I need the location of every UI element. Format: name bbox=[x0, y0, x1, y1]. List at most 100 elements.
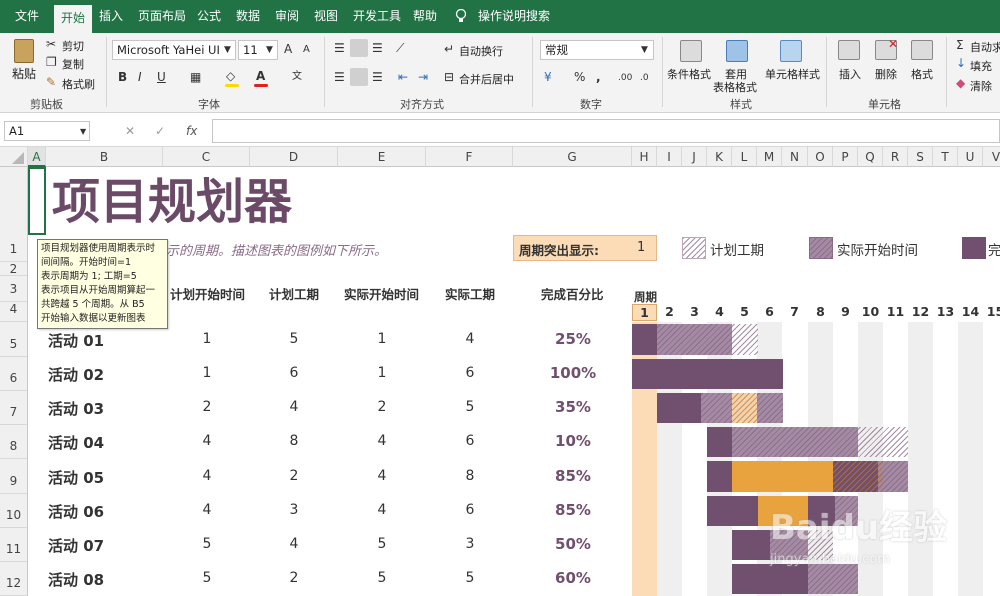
actual-duration-value[interactable]: 4 bbox=[440, 331, 500, 347]
period-highlight-value[interactable]: 1 bbox=[637, 240, 645, 255]
row-header-12[interactable]: 12 bbox=[0, 562, 28, 596]
actual-start-value[interactable]: 4 bbox=[352, 502, 412, 518]
column-header-p[interactable]: P bbox=[833, 147, 858, 167]
copy-button[interactable]: 复制 bbox=[62, 56, 84, 72]
plan-start-value[interactable]: 4 bbox=[177, 502, 237, 518]
font-color-button[interactable]: A bbox=[256, 69, 265, 83]
format-painter-icon[interactable]: ✎ bbox=[46, 75, 56, 89]
insert-cells-button[interactable]: 插入 bbox=[839, 66, 861, 82]
fill-color-icon[interactable]: ◇ bbox=[226, 69, 235, 83]
column-header-a[interactable]: A bbox=[28, 147, 46, 167]
clear-button[interactable]: 清除 bbox=[970, 78, 992, 94]
plan-start-value[interactable]: 4 bbox=[177, 468, 237, 484]
actual-start-value[interactable]: 1 bbox=[352, 331, 412, 347]
tell-me-search[interactable]: 操作说明搜索 bbox=[471, 0, 557, 33]
conditional-format-icon[interactable] bbox=[680, 40, 702, 62]
plan-start-value[interactable]: 4 bbox=[177, 433, 237, 449]
align-top-icon[interactable]: ☰ bbox=[334, 41, 345, 55]
column-header-g[interactable]: G bbox=[513, 147, 632, 167]
row-header-8[interactable]: 8 bbox=[0, 425, 28, 459]
name-box[interactable]: A1 bbox=[4, 121, 90, 141]
column-header-o[interactable]: O bbox=[808, 147, 833, 167]
plan-duration-value[interactable]: 2 bbox=[264, 468, 324, 484]
actual-duration-value[interactable]: 5 bbox=[440, 570, 500, 586]
row-header-7[interactable]: 7 bbox=[0, 391, 28, 425]
actual-start-value[interactable]: 4 bbox=[352, 468, 412, 484]
plan-duration-value[interactable]: 4 bbox=[264, 399, 324, 415]
font-name-select[interactable]: Microsoft YaHei UI bbox=[112, 40, 236, 60]
column-header-n[interactable]: N bbox=[782, 147, 808, 167]
column-header-h[interactable]: H bbox=[632, 147, 657, 167]
actual-start-value[interactable]: 5 bbox=[352, 536, 412, 552]
tab-data[interactable]: 数据 bbox=[229, 0, 267, 33]
column-header-t[interactable]: T bbox=[933, 147, 958, 167]
underline-button[interactable]: U bbox=[157, 70, 166, 84]
number-format-select[interactable]: 常规 bbox=[540, 40, 654, 60]
tab-review[interactable]: 审阅 bbox=[268, 0, 306, 33]
actual-duration-value[interactable]: 3 bbox=[440, 536, 500, 552]
row-header-11[interactable]: 11 bbox=[0, 528, 28, 562]
tab-view[interactable]: 视图 bbox=[307, 0, 345, 33]
column-header-c[interactable]: C bbox=[163, 147, 250, 167]
scissors-icon[interactable]: ✂ bbox=[46, 37, 56, 51]
insert-function-button[interactable]: fx bbox=[186, 124, 197, 138]
eraser-icon[interactable]: ◆ bbox=[956, 76, 965, 90]
paste-button[interactable]: 粘贴 bbox=[12, 65, 36, 82]
autosum-button[interactable]: 自动求 bbox=[970, 39, 1000, 55]
selected-cell-a1[interactable] bbox=[28, 167, 46, 235]
conditional-format-button[interactable]: 条件格式 bbox=[667, 66, 711, 82]
column-header-i[interactable]: I bbox=[657, 147, 682, 167]
cell-styles-icon[interactable] bbox=[780, 40, 802, 62]
actual-start-value[interactable]: 1 bbox=[352, 365, 412, 381]
autosum-icon[interactable]: Σ bbox=[956, 38, 964, 52]
actual-duration-value[interactable]: 8 bbox=[440, 468, 500, 484]
phonetic-button[interactable]: 文 bbox=[292, 70, 302, 84]
actual-start-value[interactable]: 2 bbox=[352, 399, 412, 415]
actual-duration-value[interactable]: 6 bbox=[440, 433, 500, 449]
bold-button[interactable]: B bbox=[118, 70, 127, 84]
plan-start-value[interactable]: 5 bbox=[177, 536, 237, 552]
tab-insert[interactable]: 插入 bbox=[92, 0, 130, 33]
column-header-s[interactable]: S bbox=[908, 147, 933, 167]
comma-button[interactable]: , bbox=[596, 70, 601, 84]
percent-button[interactable]: % bbox=[574, 70, 585, 84]
row-header-9[interactable]: 9 bbox=[0, 459, 28, 494]
row-header-2[interactable]: 2 bbox=[0, 262, 28, 276]
tab-home[interactable]: 开始 bbox=[54, 5, 93, 33]
tab-developer[interactable]: 开发工具 bbox=[346, 0, 408, 33]
tab-formulas[interactable]: 公式 bbox=[190, 0, 228, 33]
plan-start-value[interactable]: 2 bbox=[177, 399, 237, 415]
plan-start-value[interactable]: 1 bbox=[177, 331, 237, 347]
plan-duration-value[interactable]: 6 bbox=[264, 365, 324, 381]
column-header-u[interactable]: U bbox=[958, 147, 983, 167]
column-header-b[interactable]: B bbox=[46, 147, 163, 167]
column-header-d[interactable]: D bbox=[250, 147, 338, 167]
grow-font-icon[interactable]: A bbox=[284, 42, 292, 56]
row-header-1[interactable]: 1 bbox=[0, 167, 28, 262]
copy-icon[interactable]: ❐ bbox=[46, 55, 57, 69]
insert-cells-icon[interactable] bbox=[838, 40, 860, 60]
border-icon[interactable]: ▦ bbox=[190, 70, 201, 84]
plan-duration-value[interactable]: 5 bbox=[264, 331, 324, 347]
fill-button[interactable]: 填充 bbox=[970, 58, 992, 74]
format-cells-icon[interactable] bbox=[911, 40, 933, 60]
row-header-4[interactable]: 4 bbox=[0, 302, 28, 322]
formula-input[interactable] bbox=[212, 119, 1000, 143]
align-middle-icon[interactable] bbox=[350, 39, 368, 57]
format-as-table-icon[interactable] bbox=[726, 40, 748, 62]
column-header-r[interactable]: R bbox=[883, 147, 908, 167]
align-right-icon[interactable]: ☰ bbox=[372, 70, 383, 84]
cut-button[interactable]: 剪切 bbox=[62, 38, 84, 54]
wrap-text-button[interactable]: 自动换行 bbox=[459, 43, 503, 59]
decrease-indent-icon[interactable]: ⇤ bbox=[398, 70, 408, 84]
align-bottom-icon[interactable]: ☰ bbox=[372, 41, 383, 55]
row-header-3[interactable]: 3 bbox=[0, 276, 28, 302]
cancel-entry-button[interactable]: ✕ bbox=[125, 124, 135, 138]
decrease-decimal-icon[interactable]: .0 bbox=[640, 71, 649, 85]
italic-button[interactable]: I bbox=[138, 70, 142, 84]
align-center-icon[interactable] bbox=[350, 68, 368, 86]
column-header-l[interactable]: L bbox=[732, 147, 757, 167]
column-header-e[interactable]: E bbox=[338, 147, 426, 167]
plan-duration-value[interactable]: 8 bbox=[264, 433, 324, 449]
currency-icon[interactable]: ¥ bbox=[544, 70, 552, 84]
